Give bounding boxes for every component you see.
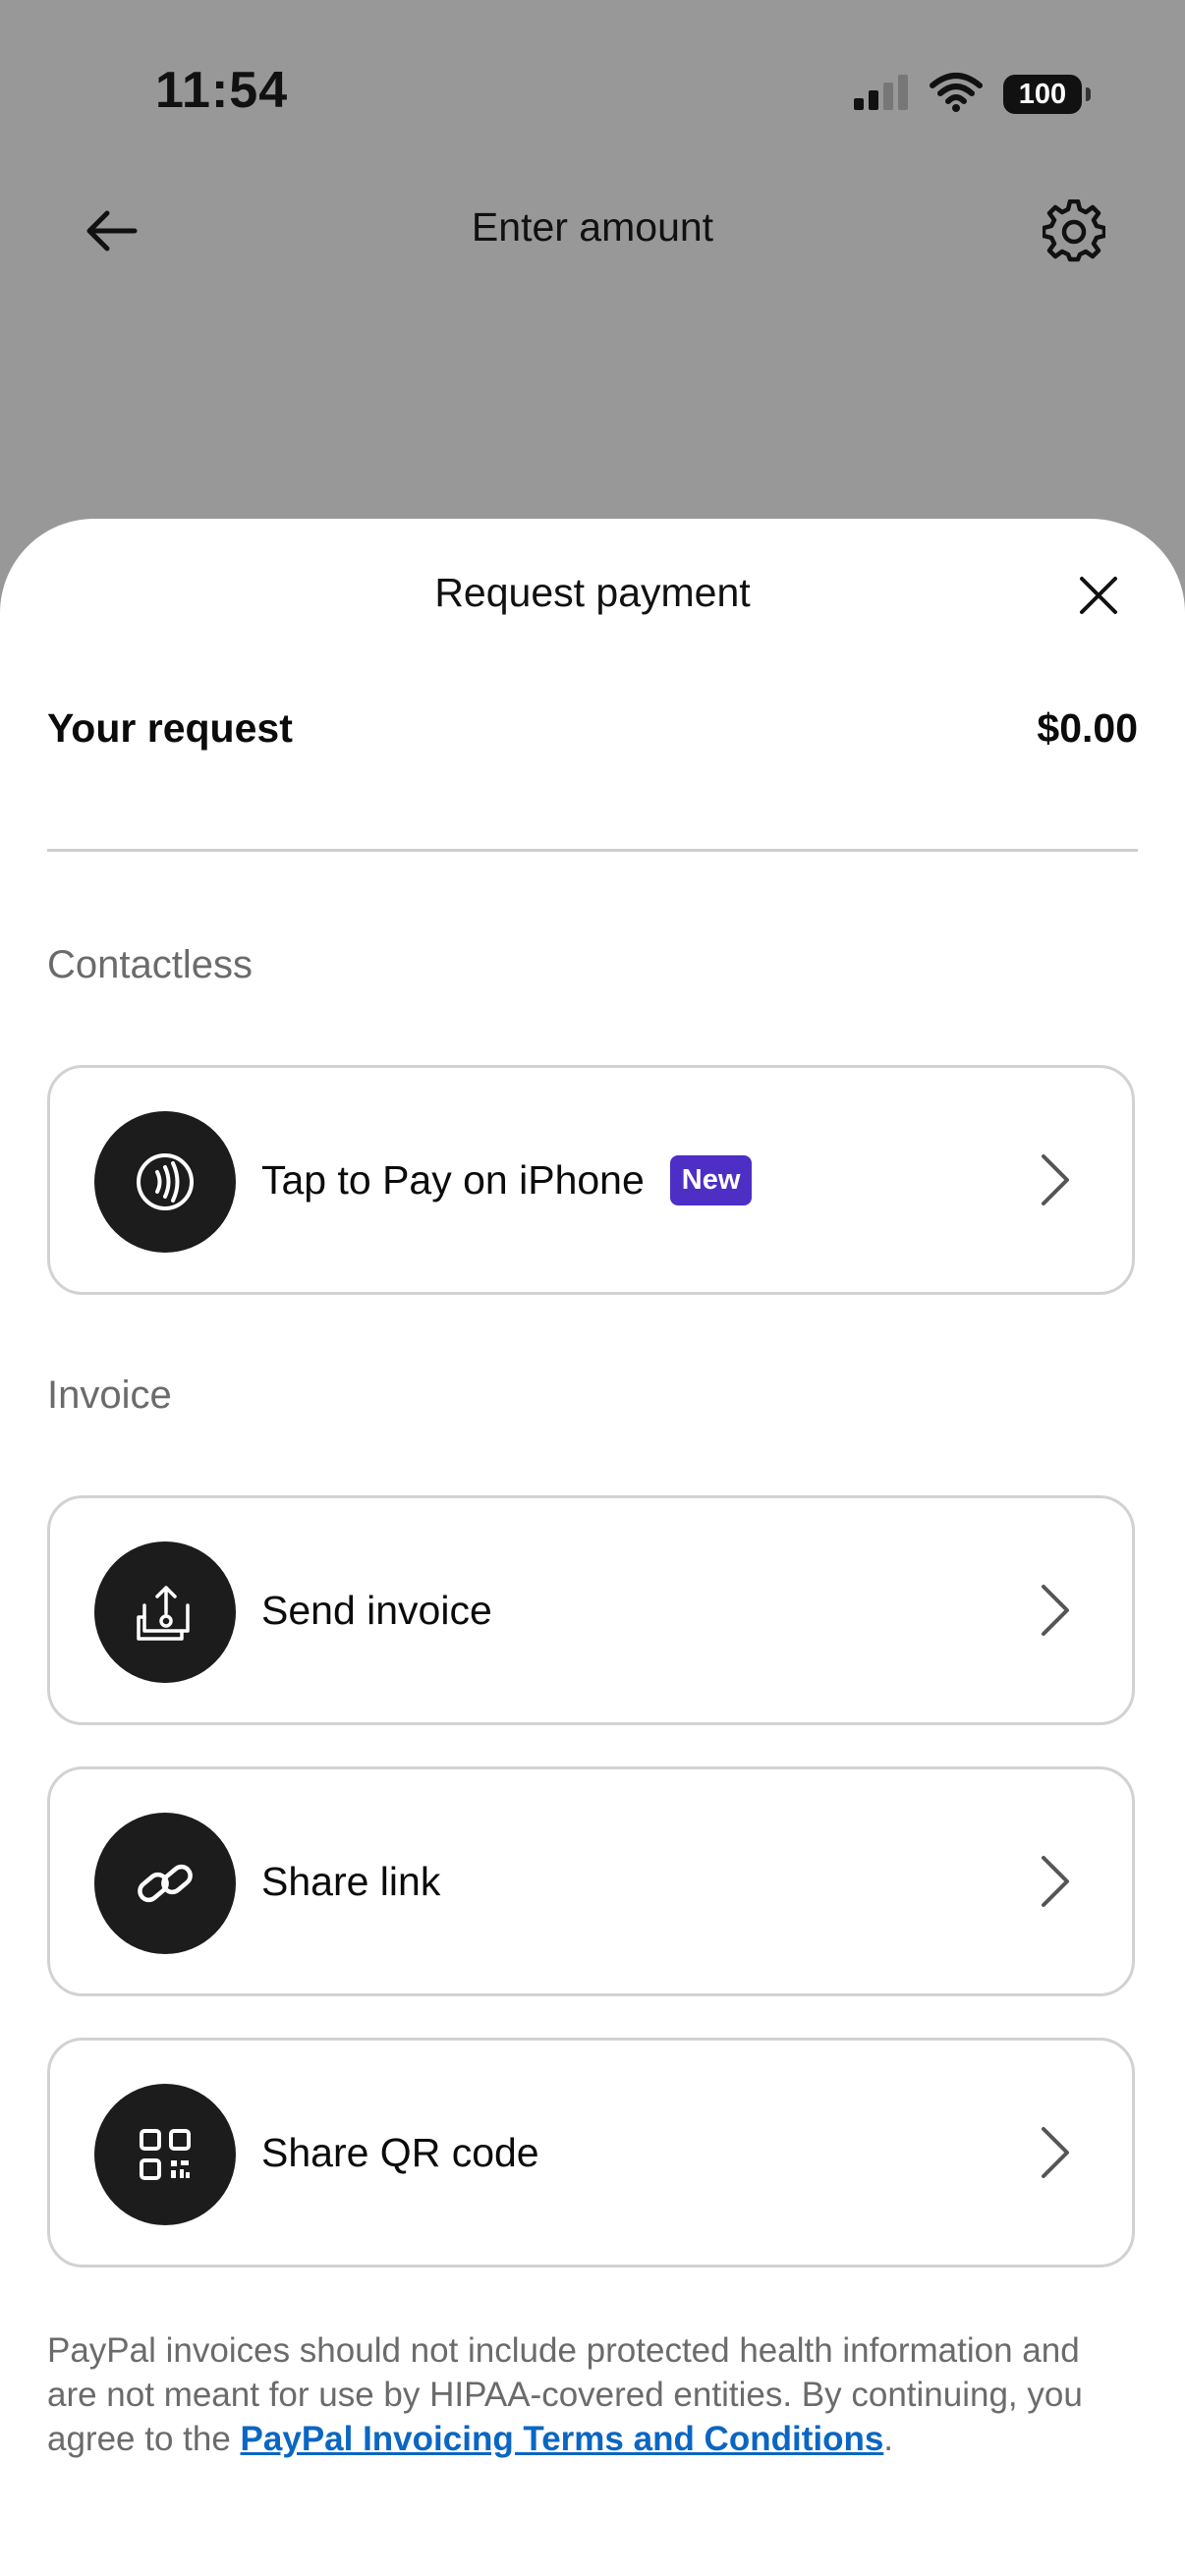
close-icon bbox=[1080, 577, 1117, 614]
tap-to-pay-label-row: Tap to Pay on iPhone New bbox=[261, 1068, 753, 1292]
sheet-title: Request payment bbox=[434, 570, 751, 615]
status-icons: 100 bbox=[852, 71, 1091, 118]
request-amount: $0.00 bbox=[1037, 705, 1138, 751]
chevron-right-icon bbox=[1036, 1150, 1075, 1209]
section-label-invoice: Invoice bbox=[47, 1373, 172, 1417]
wifi-icon bbox=[929, 72, 984, 118]
section-label-contactless: Contactless bbox=[47, 943, 253, 986]
chevron-right-icon bbox=[1036, 1581, 1075, 1640]
request-label: Your request bbox=[47, 705, 293, 751]
option-label: Share QR code bbox=[261, 2129, 539, 2175]
share-qr-option[interactable]: Share QR code bbox=[47, 2038, 1135, 2268]
send-invoice-label-row: Send invoice bbox=[261, 1498, 492, 1722]
new-badge: New bbox=[669, 1154, 753, 1205]
status-time: 11:54 bbox=[155, 62, 289, 119]
request-summary: Your request $0.00 bbox=[47, 705, 1138, 752]
invoice-disclaimer: PayPal invoices should not include prote… bbox=[47, 2328, 1138, 2461]
share-qr-label-row: Share QR code bbox=[261, 2041, 539, 2265]
option-label: Send invoice bbox=[261, 1587, 492, 1633]
option-label: Tap to Pay on iPhone bbox=[261, 1156, 645, 1203]
tap-to-pay-option[interactable]: Tap to Pay on iPhone New bbox=[47, 1065, 1135, 1295]
close-button[interactable] bbox=[1069, 566, 1128, 625]
send-invoice-option[interactable]: Send invoice bbox=[47, 1495, 1135, 1725]
qr-code-icon bbox=[94, 2084, 236, 2225]
divider bbox=[47, 849, 1138, 852]
terms-link[interactable]: PayPal Invoicing Terms and Conditions bbox=[241, 2420, 884, 2458]
share-link-option[interactable]: Share link bbox=[47, 1766, 1135, 1996]
settings-button[interactable] bbox=[1040, 196, 1108, 265]
disclaimer-end: . bbox=[883, 2420, 894, 2458]
share-link-label-row: Share link bbox=[261, 1769, 440, 1993]
send-invoice-icon bbox=[94, 1541, 236, 1683]
battery-icon: 100 bbox=[1003, 75, 1091, 114]
link-icon bbox=[94, 1813, 236, 1954]
chevron-right-icon bbox=[1036, 2123, 1075, 2182]
contactless-icon bbox=[94, 1111, 236, 1253]
signal-icon bbox=[852, 73, 909, 117]
chevron-right-icon bbox=[1036, 1852, 1075, 1911]
gear-icon bbox=[1043, 199, 1105, 262]
request-payment-sheet: Request payment Your request $0.00 Conta… bbox=[0, 519, 1185, 2576]
option-label: Share link bbox=[261, 1858, 441, 1904]
page-title: Enter amount bbox=[471, 204, 714, 250]
